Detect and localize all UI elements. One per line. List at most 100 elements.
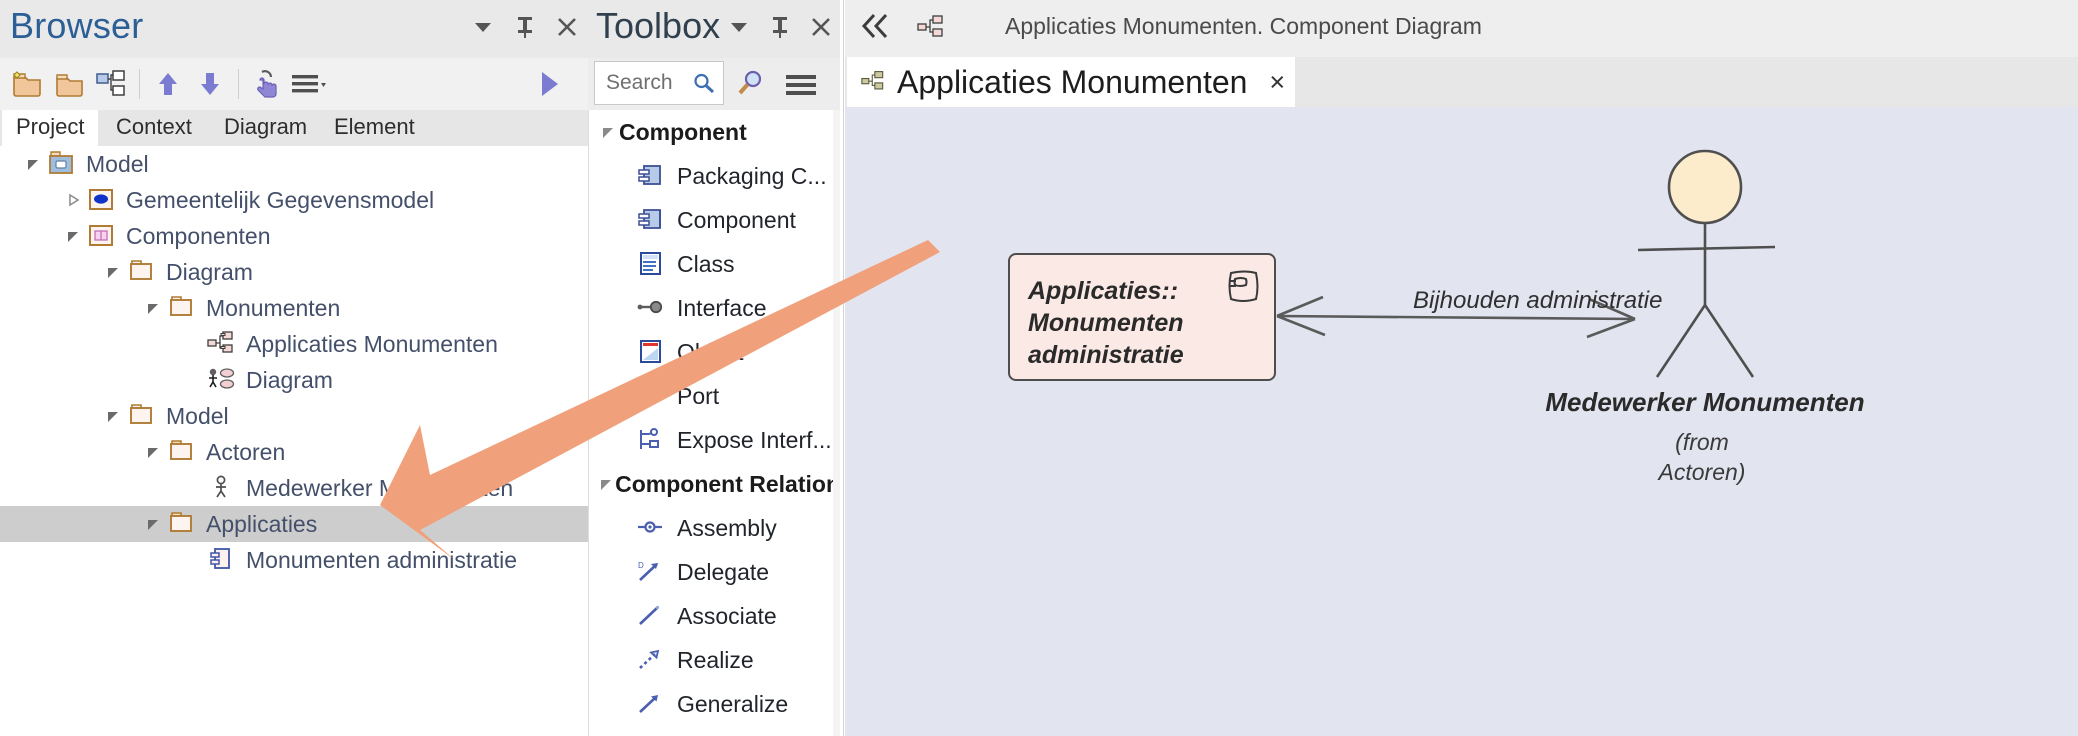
browser-window-buttons <box>470 14 580 40</box>
toolbox-list[interactable]: Component Packaging C... <box>588 110 840 736</box>
actor-from-line2: Actoren) <box>1557 457 1847 487</box>
toolbox-item-assembly[interactable]: Assembly <box>589 506 840 550</box>
twisty-expanded-icon[interactable] <box>102 254 124 290</box>
close-icon[interactable] <box>808 14 834 40</box>
zoom-search-icon[interactable] <box>736 68 766 103</box>
tree-item-usecase-diagram[interactable]: Diagram <box>0 362 588 398</box>
project-tree[interactable]: Model Gemeentelijk Gegevensmodel <box>0 146 588 736</box>
toolbar-separator <box>139 69 140 99</box>
tree-item-actoren-folder[interactable]: Actoren <box>0 434 588 470</box>
realize-icon <box>629 647 671 673</box>
search-input[interactable] <box>604 70 698 96</box>
object-icon <box>629 339 671 365</box>
twisty-expanded-icon[interactable] <box>597 125 619 139</box>
twisty-expanded-icon[interactable] <box>597 477 615 491</box>
component-icon <box>204 542 238 578</box>
diagram-canvas[interactable]: Applicaties:: Monumenten administratie <box>845 107 2078 736</box>
tree-item-applicaties-monumenten-diagram[interactable]: Applicaties Monumenten <box>0 326 588 362</box>
tree-item-label: Gemeentelijk Gegevensmodel <box>126 187 434 214</box>
pin-icon[interactable] <box>512 14 538 40</box>
toolbox-item-port[interactable]: Port <box>589 374 840 418</box>
move-up-icon[interactable] <box>147 61 189 107</box>
model-view-icon[interactable] <box>90 61 132 107</box>
tab-element[interactable]: Element <box>320 110 429 146</box>
open-package-icon[interactable] <box>48 61 90 107</box>
twisty-expanded-icon[interactable] <box>142 506 164 542</box>
actor-name-label: Medewerker Monumenten <box>1490 387 1920 418</box>
menu-icon[interactable] <box>288 61 330 107</box>
toolbox-scrollbar[interactable] <box>833 110 840 736</box>
search-box[interactable] <box>594 61 724 105</box>
toolbox-item-packaging-component[interactable]: Packaging C... <box>589 154 840 198</box>
view-blue-icon <box>84 182 118 218</box>
twisty-none <box>182 542 204 578</box>
port-icon <box>629 383 671 409</box>
close-icon[interactable]: × <box>1269 69 1285 96</box>
toolbox-item-component[interactable]: Component <box>589 198 840 242</box>
twisty-expanded-icon[interactable] <box>142 434 164 470</box>
diagram-tab-label: Applicaties Monumenten <box>897 64 1247 101</box>
toolbox-item-label: Packaging C... <box>677 163 827 190</box>
packaging-component-icon <box>629 163 671 189</box>
search-icon[interactable] <box>692 72 716 101</box>
hand-pointer-icon[interactable] <box>246 61 288 107</box>
tree-item-applicaties-folder[interactable]: Applicaties <box>0 506 588 542</box>
tree-item-monumenten-folder[interactable]: Monumenten <box>0 290 588 326</box>
toolbox-item-label: Generalize <box>677 691 788 718</box>
tab-diagram[interactable]: Diagram <box>210 110 321 146</box>
toolbox-menu-icon[interactable] <box>784 72 820 103</box>
tree-item-label: Monumenten <box>206 295 340 322</box>
toolbox-item-associate[interactable]: Associate <box>589 594 840 638</box>
toolbox-search-bar <box>588 58 840 110</box>
toolbox-group-component-relation[interactable]: Component Relation <box>589 462 840 506</box>
tree-item-label: Applicaties <box>206 511 317 538</box>
tree-item-label: Diagram <box>166 259 253 286</box>
class-icon <box>629 251 671 277</box>
tab-project[interactable]: Project <box>2 110 98 146</box>
expose-interface-icon <box>629 427 671 453</box>
tab-context[interactable]: Context <box>102 110 206 146</box>
folder-icon <box>164 506 198 542</box>
folder-icon <box>124 254 158 290</box>
toolbox-item-delegate[interactable]: D Delegate <box>589 550 840 594</box>
close-icon[interactable] <box>554 14 580 40</box>
toolbox-item-object[interactable]: Object <box>589 330 840 374</box>
tree-item-diagram-folder[interactable]: Diagram <box>0 254 588 290</box>
tree-item-label: Diagram <box>246 367 333 394</box>
associate-icon <box>629 603 671 629</box>
twisty-collapsed-icon[interactable] <box>62 182 84 218</box>
tree-item-model-folder[interactable]: Model <box>0 398 588 434</box>
toolbox-item-class[interactable]: Class <box>589 242 840 286</box>
toolbox-group-component[interactable]: Component <box>589 110 840 154</box>
chevron-down-icon[interactable] <box>726 14 752 40</box>
twisty-none <box>182 470 204 506</box>
new-package-icon[interactable] <box>6 61 48 107</box>
chevron-down-icon[interactable] <box>470 14 496 40</box>
twisty-expanded-icon[interactable] <box>62 218 84 254</box>
tree-item-monumenten-administratie[interactable]: Monumenten administratie <box>0 542 588 578</box>
tree-item-label: Medewerker Monumenten <box>246 475 513 502</box>
twisty-expanded-icon[interactable] <box>22 146 44 182</box>
tree-item-gemeentelijk-gegevensmodel[interactable]: Gemeentelijk Gegevensmodel <box>0 182 588 218</box>
toolbox-item-expose-interface[interactable]: Expose Interf... <box>589 418 840 462</box>
tree-item-componenten[interactable]: Componenten <box>0 218 588 254</box>
diagram-tab-applicaties-monumenten[interactable]: Applicaties Monumenten × <box>847 57 1295 107</box>
toolbox-item-interface[interactable]: Interface <box>589 286 840 330</box>
tree-item-medewerker-monumenten[interactable]: Medewerker Monumenten <box>0 470 588 506</box>
double-chevron-left-icon[interactable] <box>858 10 894 47</box>
toolbox-panel-title: Toolbox <box>596 5 720 47</box>
svg-text:D: D <box>638 561 644 570</box>
twisty-none <box>182 362 204 398</box>
diagram-actor-medewerker-monumenten[interactable] <box>845 107 2078 736</box>
move-down-icon[interactable] <box>189 61 231 107</box>
toolbox-item-label: Object <box>677 339 743 366</box>
tree-item-model-root[interactable]: Model <box>0 146 588 182</box>
toolbox-item-generalize[interactable]: Generalize <box>589 682 840 726</box>
twisty-expanded-icon[interactable] <box>102 398 124 434</box>
twisty-expanded-icon[interactable] <box>142 290 164 326</box>
panel-divider[interactable] <box>843 0 844 736</box>
browser-toolbar <box>0 58 588 111</box>
pin-icon[interactable] <box>767 14 793 40</box>
toolbox-item-realize[interactable]: Realize <box>589 638 840 682</box>
play-icon[interactable] <box>538 69 560 104</box>
